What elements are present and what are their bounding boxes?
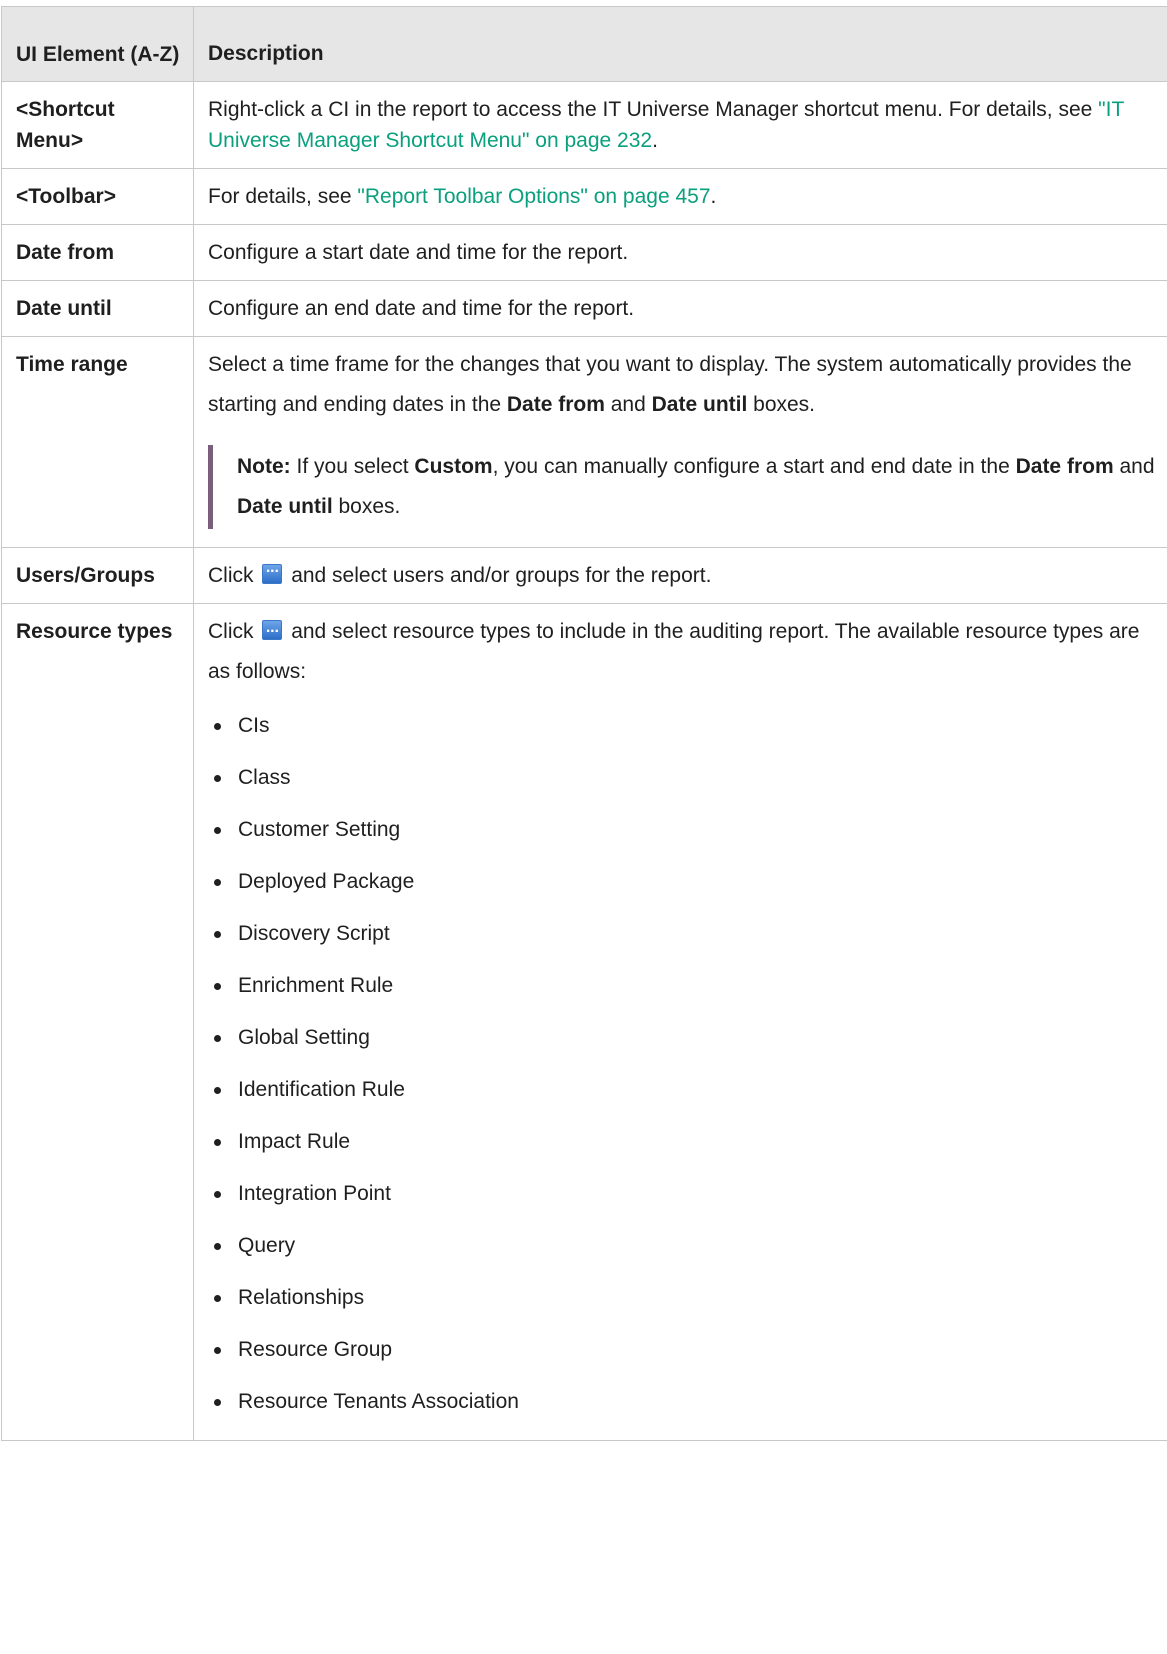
description-date-until: Configure an end date and time for the r… [193, 280, 1167, 337]
description-text: Click [208, 564, 254, 587]
element-date-from: Date from [1, 224, 194, 281]
table-header-row: UI Element (A-Z) Description [1, 6, 1167, 82]
ui-element-reference-table: UI Element (A-Z) Description <Shortcut M… [1, 6, 1167, 1441]
list-item: Enrichment Rule [208, 960, 1156, 1012]
element-date-until: Date until [1, 280, 194, 337]
list-item: Global Setting [208, 1012, 1156, 1064]
description-text-end: . [710, 185, 717, 208]
description-text: For details, see [208, 185, 358, 208]
bold-custom: Custom [414, 455, 493, 478]
text-fragment: boxes. [747, 393, 816, 416]
ellipsis-button-icon[interactable]: ··· [262, 563, 283, 584]
text-fragment: boxes. [332, 495, 401, 518]
link-report-toolbar-options[interactable]: "Report Toolbar Options" on page 457 [357, 185, 710, 208]
element-shortcut-menu: <Shortcut Menu> [1, 81, 194, 169]
ellipsis-glyph: ··· [265, 623, 280, 640]
table-row-resource-types: Resource types Click ··· and select reso… [1, 603, 1167, 1441]
ellipsis-button-icon[interactable]: ··· [262, 620, 283, 640]
text-fragment: If you select [290, 455, 415, 478]
description-text-end: . [652, 129, 658, 152]
description-toolbar: For details, see "Report Toolbar Options… [193, 168, 1167, 225]
time-range-paragraph: Select a time frame for the changes that… [208, 345, 1156, 425]
ellipsis-glyph: ··· [265, 563, 280, 580]
description-resource-types: Click ··· and select resource types to i… [193, 603, 1167, 1441]
description-text: Right-click a CI in the report to access… [208, 98, 1099, 121]
description-date-from: Configure a start date and time for the … [193, 224, 1167, 281]
table-row-time-range: Time range Select a time frame for the c… [1, 336, 1167, 548]
table-row-date-until: Date until Configure an end date and tim… [1, 280, 1167, 337]
text-fragment: , you can manually configure a start and… [492, 455, 1016, 478]
header-ui-element: UI Element (A-Z) [1, 6, 194, 82]
list-item: CIs [208, 700, 1156, 752]
element-time-range: Time range [1, 336, 194, 548]
description-text-end: and select users and/or groups for the r… [291, 564, 712, 587]
text-fragment: and [604, 393, 652, 416]
list-item: Impact Rule [208, 1116, 1156, 1168]
list-item: Integration Point [208, 1168, 1156, 1220]
bold-date-until: Date until [651, 393, 748, 416]
header-description: Description [193, 6, 1167, 82]
table-row-date-from: Date from Configure a start date and tim… [1, 224, 1167, 281]
table-row-toolbar: <Toolbar> For details, see "Report Toolb… [1, 168, 1167, 225]
description-text-end: and select resource types to include in … [208, 620, 1140, 683]
note-label: Note: [237, 455, 291, 478]
list-item: Relationships [208, 1272, 1156, 1324]
list-item: Deployed Package [208, 856, 1156, 908]
bold-date-until: Date until [237, 495, 333, 518]
description-text: Configure a start date and time for the … [208, 241, 629, 264]
table-row-users-groups: Users/Groups Click ··· and select users … [1, 547, 1167, 604]
list-item: Resource Group [208, 1324, 1156, 1376]
element-users-groups: Users/Groups [1, 547, 194, 604]
text-fragment: and [1113, 455, 1155, 478]
description-users-groups: Click ··· and select users and/or groups… [193, 547, 1167, 604]
table-row-shortcut-menu: <Shortcut Menu> Right-click a CI in the … [1, 81, 1167, 169]
resource-types-list: CIs Class Customer Setting Deployed Pack… [208, 700, 1156, 1428]
bold-date-from: Date from [1015, 455, 1114, 478]
list-item: Class [208, 752, 1156, 804]
header-description-label: Description [208, 42, 324, 65]
description-time-range: Select a time frame for the changes that… [193, 336, 1167, 548]
list-item: Query [208, 1220, 1156, 1272]
description-text: Click [208, 620, 254, 643]
description-shortcut-menu: Right-click a CI in the report to access… [193, 81, 1167, 169]
list-item: Customer Setting [208, 804, 1156, 856]
list-item: Resource Tenants Association [208, 1376, 1156, 1428]
list-item: Discovery Script [208, 908, 1156, 960]
note-block: Note: If you select Custom, you can manu… [208, 445, 1156, 529]
bold-date-from: Date from [506, 393, 605, 416]
description-text: Configure an end date and time for the r… [208, 297, 635, 320]
element-toolbar: <Toolbar> [1, 168, 194, 225]
list-item: Identification Rule [208, 1064, 1156, 1116]
header-ui-element-label: UI Element (A-Z) [16, 43, 180, 66]
element-resource-types: Resource types [1, 603, 194, 1441]
